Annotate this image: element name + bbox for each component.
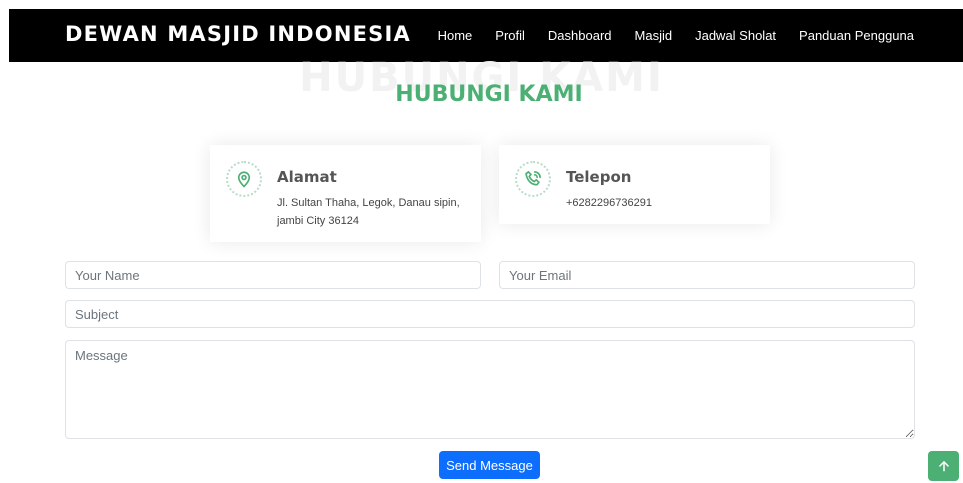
nav-home[interactable]: Home xyxy=(438,28,473,43)
message-textarea[interactable] xyxy=(65,340,915,439)
nav-jadwal-sholat[interactable]: Jadwal Sholat xyxy=(695,28,776,43)
name-input[interactable] xyxy=(65,261,481,289)
section-title: HUBUNGI KAMI xyxy=(395,82,583,107)
arrow-up-icon xyxy=(938,461,949,472)
brand-logo[interactable]: DEWAN MASJID INDONESIA xyxy=(65,22,411,46)
nav-masjid[interactable]: Masjid xyxy=(635,28,673,43)
address-text: Jl. Sultan Thaha, Legok, Danau sipin, ja… xyxy=(277,197,460,227)
nav-dashboard[interactable]: Dashboard xyxy=(548,28,612,43)
address-card: Alamat Jl. Sultan Thaha, Legok, Danau si… xyxy=(210,145,481,242)
map-pin-icon xyxy=(226,161,262,197)
nav-profil[interactable]: Profil xyxy=(495,28,525,43)
address-title: Alamat xyxy=(277,168,337,186)
back-to-top-button[interactable] xyxy=(928,451,959,481)
phone-icon xyxy=(515,161,551,197)
nav-panduan-pengguna[interactable]: Panduan Pengguna xyxy=(799,28,914,43)
send-message-button[interactable]: Send Message xyxy=(439,451,540,479)
email-input[interactable] xyxy=(499,261,915,289)
phone-text: +6282296736291 xyxy=(566,197,652,209)
subject-input[interactable] xyxy=(65,300,915,328)
phone-card: Telepon +6282296736291 xyxy=(499,145,770,224)
nav-links: Home Profil Dashboard Masjid Jadwal Shol… xyxy=(415,28,914,43)
phone-title: Telepon xyxy=(566,168,632,186)
